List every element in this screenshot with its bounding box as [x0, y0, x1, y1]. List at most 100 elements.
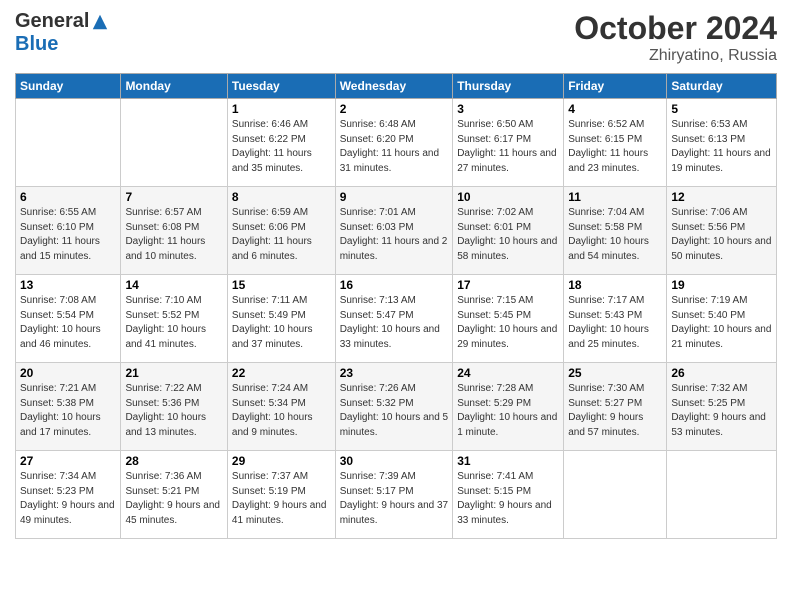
day-number: 4: [568, 102, 662, 116]
day-info: Sunrise: 7:28 AM Sunset: 5:29 PM Dayligh…: [457, 382, 559, 440]
day-number: 11: [568, 190, 662, 204]
table-row: 22 Sunrise: 7:24 AM Sunset: 5:34 PM Dayli…: [227, 363, 335, 451]
day-number: 25: [568, 366, 662, 380]
day-info: Sunrise: 7:13 AM Sunset: 5:47 PM Dayligh…: [340, 294, 449, 352]
table-row: 24 Sunrise: 7:28 AM Sunset: 5:29 PM Dayli…: [453, 363, 564, 451]
day-info: Sunrise: 7:11 AM Sunset: 5:49 PM Dayligh…: [232, 294, 331, 352]
table-row: 25 Sunrise: 7:30 AM Sunset: 5:27 PM Dayli…: [564, 363, 667, 451]
header: General Blue October 2024 Zhiryatino, Ru…: [15, 10, 777, 65]
day-number: 21: [125, 366, 222, 380]
week-row-3: 13Sunrise: 7:08 AM Sunset: 5:54 PM Dayli…: [16, 275, 777, 363]
day-number: 20: [20, 366, 116, 380]
day-info: Sunrise: 6:55 AM Sunset: 6:10 PM Dayligh…: [20, 206, 116, 264]
day-number: 7: [125, 190, 222, 204]
logo-blue-text: Blue: [15, 33, 58, 56]
day-info: Sunrise: 7:17 AM Sunset: 5:43 PM Dayligh…: [568, 294, 662, 352]
day-number: 30: [340, 454, 449, 468]
day-info: Sunrise: 7:24 AM Sunset: 5:34 PM Dayligh…: [232, 382, 331, 440]
table-row: 26 Sunrise: 7:32 AM Sunset: 5:25 PM Dayli…: [667, 363, 777, 451]
table-row: 14Sunrise: 7:10 AM Sunset: 5:52 PM Dayli…: [121, 275, 227, 363]
week-row-1: 1 Sunrise: 6:46 AM Sunset: 6:22 PM Daylig…: [16, 99, 777, 187]
week-row-4: 20 Sunrise: 7:21 AM Sunset: 5:38 PM Dayli…: [16, 363, 777, 451]
day-info: Sunrise: 7:02 AM Sunset: 6:01 PM Dayligh…: [457, 206, 559, 264]
day-info: Sunrise: 6:46 AM Sunset: 6:22 PM Dayligh…: [232, 118, 331, 176]
table-row: 3 Sunrise: 6:50 AM Sunset: 6:17 PM Daylig…: [453, 99, 564, 187]
table-row: 5Sunrise: 6:53 AM Sunset: 6:13 PM Daylig…: [667, 99, 777, 187]
table-row: 23 Sunrise: 7:26 AM Sunset: 5:32 PM Dayli…: [335, 363, 453, 451]
table-row: 13Sunrise: 7:08 AM Sunset: 5:54 PM Dayli…: [16, 275, 121, 363]
table-row: 7 Sunrise: 6:57 AM Sunset: 6:08 PM Daylig…: [121, 187, 227, 275]
day-number: 27: [20, 454, 116, 468]
day-info: Sunrise: 7:10 AM Sunset: 5:52 PM Dayligh…: [125, 294, 222, 352]
col-sunday: Sunday: [16, 74, 121, 99]
logo: General Blue: [15, 10, 109, 56]
table-row: [16, 99, 121, 187]
day-info: Sunrise: 6:50 AM Sunset: 6:17 PM Dayligh…: [457, 118, 559, 176]
day-number: 23: [340, 366, 449, 380]
col-monday: Monday: [121, 74, 227, 99]
day-info: Sunrise: 7:39 AM Sunset: 5:17 PM Dayligh…: [340, 470, 449, 528]
table-row: 18 Sunrise: 7:17 AM Sunset: 5:43 PM Dayli…: [564, 275, 667, 363]
day-number: 2: [340, 102, 449, 116]
table-row: 15Sunrise: 7:11 AM Sunset: 5:49 PM Dayli…: [227, 275, 335, 363]
day-number: 3: [457, 102, 559, 116]
table-row: 10 Sunrise: 7:02 AM Sunset: 6:01 PM Dayli…: [453, 187, 564, 275]
day-number: 9: [340, 190, 449, 204]
day-info: Sunrise: 7:34 AM Sunset: 5:23 PM Dayligh…: [20, 470, 116, 528]
day-info: Sunrise: 7:06 AM Sunset: 5:56 PM Dayligh…: [671, 206, 772, 264]
day-info: Sunrise: 7:15 AM Sunset: 5:45 PM Dayligh…: [457, 294, 559, 352]
table-row: 11Sunrise: 7:04 AM Sunset: 5:58 PM Dayli…: [564, 187, 667, 275]
table-row: 1 Sunrise: 6:46 AM Sunset: 6:22 PM Daylig…: [227, 99, 335, 187]
day-info: Sunrise: 7:22 AM Sunset: 5:36 PM Dayligh…: [125, 382, 222, 440]
day-number: 8: [232, 190, 331, 204]
day-info: Sunrise: 7:21 AM Sunset: 5:38 PM Dayligh…: [20, 382, 116, 440]
day-number: 13: [20, 278, 116, 292]
table-row: 4Sunrise: 6:52 AM Sunset: 6:15 PM Daylig…: [564, 99, 667, 187]
day-number: 16: [340, 278, 449, 292]
table-row: 21 Sunrise: 7:22 AM Sunset: 5:36 PM Dayli…: [121, 363, 227, 451]
month-title: October 2024: [574, 10, 777, 47]
calendar-table: Sunday Monday Tuesday Wednesday Thursday…: [15, 73, 777, 539]
table-row: 2Sunrise: 6:48 AM Sunset: 6:20 PM Daylig…: [335, 99, 453, 187]
day-info: Sunrise: 7:01 AM Sunset: 6:03 PM Dayligh…: [340, 206, 449, 264]
table-row: 12Sunrise: 7:06 AM Sunset: 5:56 PM Dayli…: [667, 187, 777, 275]
day-number: 29: [232, 454, 331, 468]
day-number: 17: [457, 278, 559, 292]
table-row: 29 Sunrise: 7:37 AM Sunset: 5:19 PM Dayli…: [227, 451, 335, 539]
day-number: 19: [671, 278, 772, 292]
table-row: 28Sunrise: 7:36 AM Sunset: 5:21 PM Dayli…: [121, 451, 227, 539]
day-info: Sunrise: 7:26 AM Sunset: 5:32 PM Dayligh…: [340, 382, 449, 440]
day-info: Sunrise: 6:57 AM Sunset: 6:08 PM Dayligh…: [125, 206, 222, 264]
table-row: 9 Sunrise: 7:01 AM Sunset: 6:03 PM Daylig…: [335, 187, 453, 275]
logo-text: General: [15, 10, 109, 33]
day-number: 31: [457, 454, 559, 468]
day-number: 26: [671, 366, 772, 380]
table-row: 17 Sunrise: 7:15 AM Sunset: 5:45 PM Dayli…: [453, 275, 564, 363]
day-info: Sunrise: 7:30 AM Sunset: 5:27 PM Dayligh…: [568, 382, 662, 440]
table-row: 27 Sunrise: 7:34 AM Sunset: 5:23 PM Dayli…: [16, 451, 121, 539]
table-row: 6Sunrise: 6:55 AM Sunset: 6:10 PM Daylig…: [16, 187, 121, 275]
table-row: 16 Sunrise: 7:13 AM Sunset: 5:47 PM Dayli…: [335, 275, 453, 363]
table-row: 31Sunrise: 7:41 AM Sunset: 5:15 PM Dayli…: [453, 451, 564, 539]
location: Zhiryatino, Russia: [574, 47, 777, 65]
col-saturday: Saturday: [667, 74, 777, 99]
day-info: Sunrise: 7:32 AM Sunset: 5:25 PM Dayligh…: [671, 382, 772, 440]
header-row: Sunday Monday Tuesday Wednesday Thursday…: [16, 74, 777, 99]
day-number: 24: [457, 366, 559, 380]
table-row: 19 Sunrise: 7:19 AM Sunset: 5:40 PM Dayli…: [667, 275, 777, 363]
day-info: Sunrise: 7:37 AM Sunset: 5:19 PM Dayligh…: [232, 470, 331, 528]
day-number: 1: [232, 102, 331, 116]
day-info: Sunrise: 6:53 AM Sunset: 6:13 PM Dayligh…: [671, 118, 772, 176]
day-number: 18: [568, 278, 662, 292]
table-row: [667, 451, 777, 539]
day-number: 10: [457, 190, 559, 204]
col-friday: Friday: [564, 74, 667, 99]
page-container: General Blue October 2024 Zhiryatino, Ru…: [0, 0, 792, 549]
table-row: 8Sunrise: 6:59 AM Sunset: 6:06 PM Daylig…: [227, 187, 335, 275]
day-number: 22: [232, 366, 331, 380]
day-info: Sunrise: 7:36 AM Sunset: 5:21 PM Dayligh…: [125, 470, 222, 528]
table-row: [564, 451, 667, 539]
day-info: Sunrise: 7:19 AM Sunset: 5:40 PM Dayligh…: [671, 294, 772, 352]
week-row-5: 27 Sunrise: 7:34 AM Sunset: 5:23 PM Dayli…: [16, 451, 777, 539]
week-row-2: 6Sunrise: 6:55 AM Sunset: 6:10 PM Daylig…: [16, 187, 777, 275]
